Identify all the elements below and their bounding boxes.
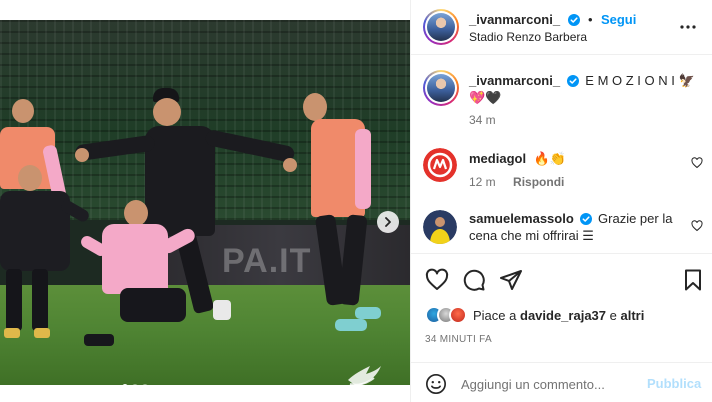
liker-username[interactable]: davide_raja37: [520, 308, 606, 323]
post-header: _ivanmarconi_ • Segui Stadio Renzo Barbe…: [411, 0, 712, 55]
player-right-orange-bib: [295, 93, 385, 355]
post-location[interactable]: Stadio Renzo Barbera: [469, 30, 587, 44]
post-timestamp[interactable]: 34 MINUTI FA: [425, 334, 492, 345]
likes-summary[interactable]: Piace a davide_raja37 e altri: [425, 304, 644, 326]
verified-icon: [566, 75, 579, 87]
next-media-button[interactable]: [377, 211, 399, 233]
likes-prefix: Piace a: [473, 307, 517, 323]
follow-button[interactable]: Segui: [601, 12, 636, 27]
author-username[interactable]: _ivanmarconi_: [469, 12, 560, 27]
chevron-right-icon: [385, 217, 391, 227]
emoji-icon[interactable]: [425, 373, 447, 395]
comment-author[interactable]: mediagol: [469, 151, 526, 166]
author-avatar[interactable]: [423, 9, 459, 45]
comment-author[interactable]: samuelemassolo: [469, 211, 574, 226]
publish-button[interactable]: Pubblica: [647, 376, 701, 391]
commenter-avatar-mediagol[interactable]: [423, 148, 457, 182]
heart-icon[interactable]: [425, 268, 449, 292]
comment-time: 12 m: [469, 175, 496, 189]
caption-time: 34 m: [469, 113, 496, 127]
pagination-dot-active: [122, 384, 128, 385]
verified-icon: [580, 213, 593, 225]
comment-input[interactable]: [461, 373, 641, 395]
verified-icon: [567, 14, 580, 26]
media-pagination: [122, 384, 148, 385]
liker-avatar: [449, 306, 467, 324]
reply-button[interactable]: Rispondi: [513, 175, 564, 189]
likes-others-link[interactable]: altri: [621, 308, 645, 323]
like-comment-heart-icon[interactable]: [691, 220, 703, 232]
share-icon[interactable]: [499, 268, 523, 292]
comment-icon[interactable]: [462, 268, 486, 292]
pagination-dot: [142, 384, 148, 385]
post-actions: Piace a davide_raja37 e altri 34 MINUTI …: [411, 253, 712, 363]
club-crest-watermark: [348, 366, 381, 385]
pagination-dot: [132, 384, 138, 385]
caption-text-line2: 💖🖤: [469, 90, 502, 105]
player-kneeling-pink: [78, 200, 220, 350]
likes-conjunction: e: [609, 307, 617, 323]
comment-emoji: ☰: [582, 228, 594, 243]
comment-text: 🔥👏: [533, 151, 567, 166]
more-options-icon[interactable]: [679, 18, 697, 36]
bookmark-icon[interactable]: [681, 268, 705, 292]
like-comment-heart-icon[interactable]: [691, 157, 703, 169]
caption-author-avatar[interactable]: [423, 70, 459, 106]
commenter-avatar-samuelemassolo[interactable]: [423, 210, 457, 244]
caption-text: E M O Z I O N I 🦅: [585, 73, 695, 88]
add-comment-bar: Pubblica: [411, 362, 712, 402]
post-media[interactable]: PA.IT: [0, 20, 410, 385]
comments-section: _ivanmarconi_ E M O Z I O N I 🦅 💖🖤 34 m …: [411, 56, 712, 252]
caption-author-username[interactable]: _ivanmarconi_: [469, 73, 560, 88]
post-sidebar: _ivanmarconi_ • Segui Stadio Renzo Barbe…: [410, 0, 712, 402]
